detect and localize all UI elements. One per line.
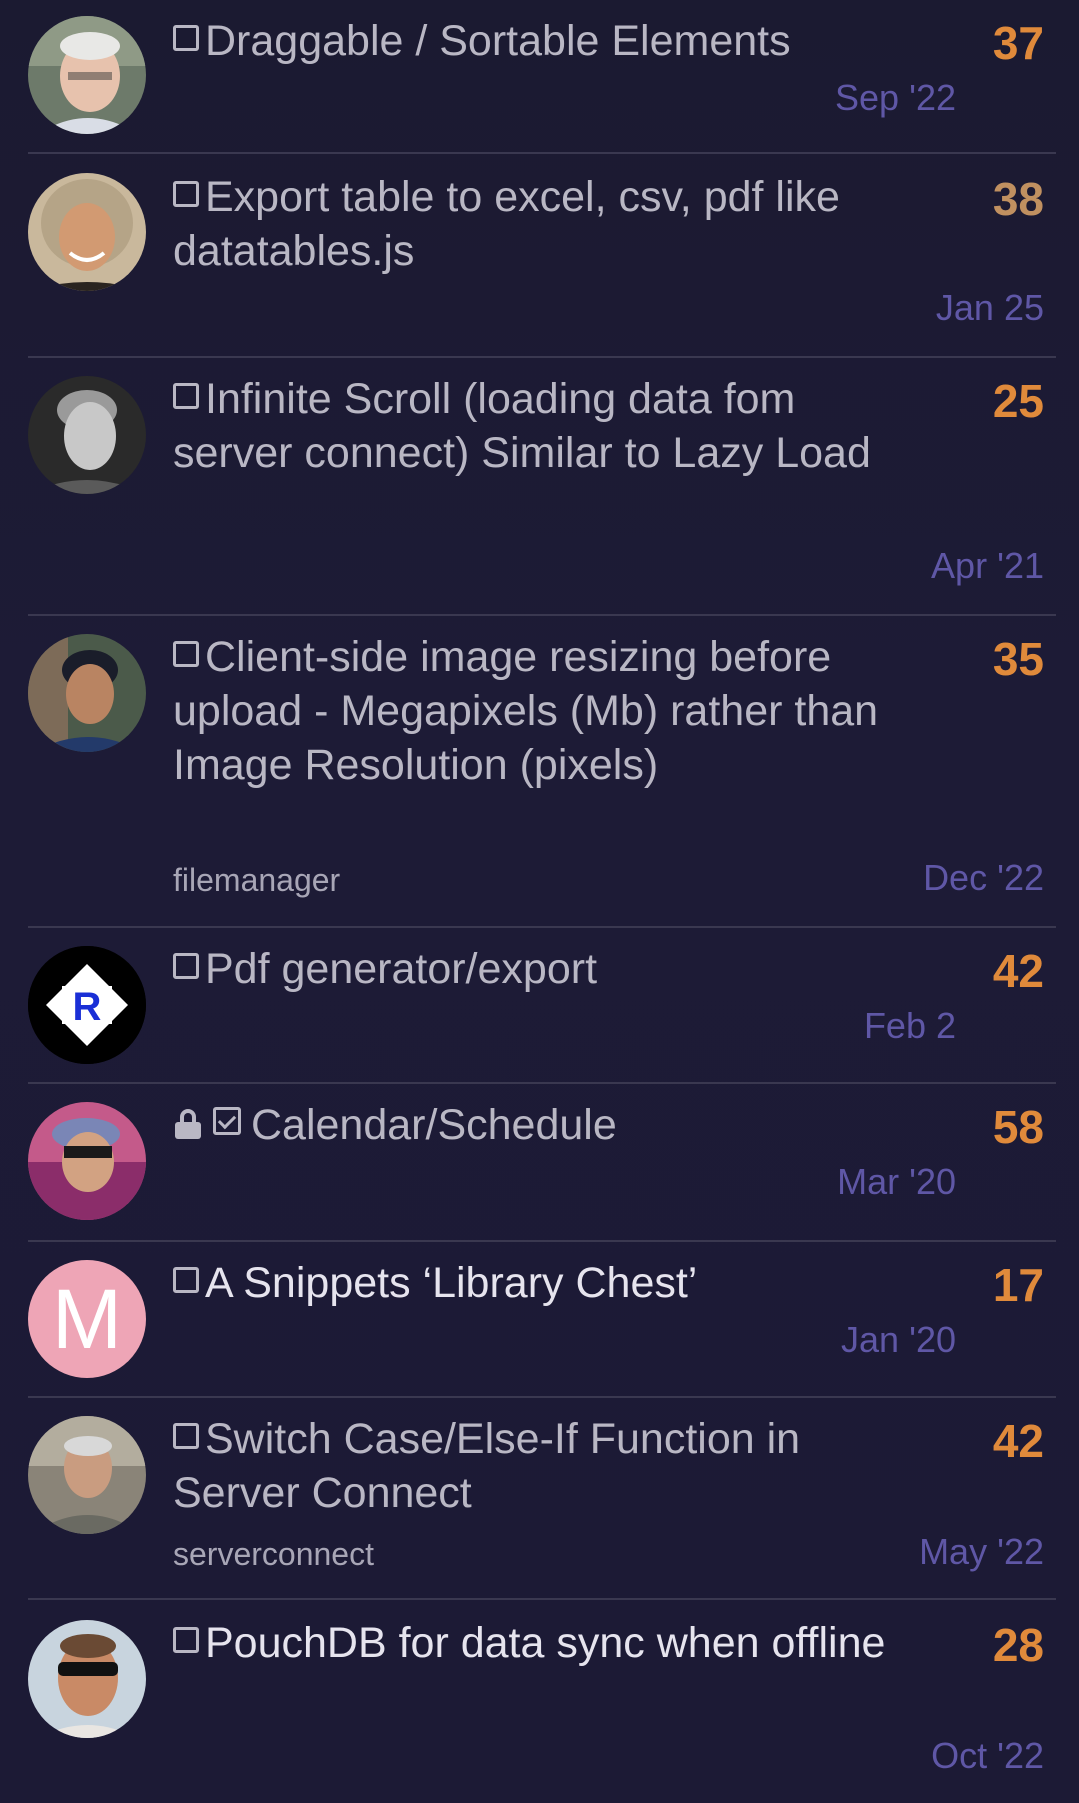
- user-avatar[interactable]: [28, 1416, 146, 1534]
- topic-tag[interactable]: serverconnect: [173, 1534, 374, 1574]
- activity-date[interactable]: Mar '20: [837, 1162, 956, 1202]
- svg-text:R: R: [73, 985, 102, 1029]
- topic-row[interactable]: Export table to excel, csv, pdf like dat…: [28, 154, 1056, 358]
- activity-date[interactable]: Feb 2: [864, 1006, 956, 1046]
- unsolved-checkbox-icon: [173, 1423, 199, 1449]
- user-avatar[interactable]: [28, 16, 146, 134]
- user-avatar[interactable]: M: [28, 1260, 146, 1378]
- reply-count: 25: [992, 375, 1044, 427]
- activity-date[interactable]: Jan 25: [936, 288, 1044, 328]
- topic-title[interactable]: Export table to excel, csv, pdf like dat…: [173, 170, 893, 278]
- user-avatar[interactable]: [28, 634, 146, 752]
- activity-date[interactable]: Jan '20: [841, 1320, 956, 1360]
- topic-row[interactable]: R Pdf generator/export 42 Feb 2: [28, 928, 1056, 1084]
- reply-count: 38: [992, 173, 1044, 225]
- user-avatar[interactable]: [28, 1620, 146, 1738]
- topic-row[interactable]: M A Snippets ‘Library Chest’ 17 Jan '20: [28, 1242, 1056, 1398]
- user-avatar[interactable]: R: [28, 946, 146, 1064]
- solved-checkbox-icon: [213, 1107, 241, 1135]
- topic-title[interactable]: Infinite Scroll (loading data fom server…: [173, 372, 893, 480]
- activity-date[interactable]: Oct '22: [931, 1736, 1044, 1776]
- topic-row[interactable]: PouchDB for data sync when offline 28 Oc…: [28, 1600, 1056, 1803]
- topic-title[interactable]: Calendar/Schedule: [173, 1098, 893, 1152]
- topic-list: Draggable / Sortable Elements 37 Sep '22…: [0, 0, 1079, 1803]
- lock-icon: [173, 1109, 203, 1139]
- unsolved-checkbox-icon: [173, 641, 199, 667]
- topic-row[interactable]: Switch Case/Else-If Function in Server C…: [28, 1398, 1056, 1600]
- reply-count: 37: [992, 17, 1044, 69]
- unsolved-checkbox-icon: [173, 181, 199, 207]
- reply-count: 28: [992, 1619, 1044, 1671]
- topic-row[interactable]: Client-side image resizing before upload…: [28, 616, 1056, 928]
- topic-title[interactable]: Draggable / Sortable Elements: [173, 14, 893, 68]
- reply-count: 35: [992, 633, 1044, 685]
- topic-title[interactable]: A Snippets ‘Library Chest’: [173, 1256, 893, 1310]
- user-avatar[interactable]: [28, 173, 146, 291]
- topic-title[interactable]: Switch Case/Else-If Function in Server C…: [173, 1412, 893, 1520]
- unsolved-checkbox-icon: [173, 953, 199, 979]
- unsolved-checkbox-icon: [173, 383, 199, 409]
- unsolved-checkbox-icon: [173, 1267, 199, 1293]
- reply-count: 42: [992, 1415, 1044, 1467]
- unsolved-checkbox-icon: [173, 25, 199, 51]
- reply-count: 42: [992, 945, 1044, 997]
- activity-date[interactable]: Dec '22: [923, 858, 1044, 898]
- activity-date[interactable]: May '22: [919, 1532, 1044, 1572]
- activity-date[interactable]: Apr '21: [931, 546, 1044, 586]
- unsolved-checkbox-icon: [173, 1627, 199, 1653]
- user-avatar[interactable]: [28, 1102, 146, 1220]
- activity-date[interactable]: Sep '22: [835, 78, 956, 118]
- avatar-letter: M: [52, 1272, 122, 1366]
- user-avatar[interactable]: [28, 376, 146, 494]
- topic-title[interactable]: PouchDB for data sync when offline: [173, 1616, 893, 1670]
- topic-tag[interactable]: filemanager: [173, 860, 340, 900]
- reply-count: 17: [992, 1259, 1044, 1311]
- topic-row[interactable]: Infinite Scroll (loading data fom server…: [28, 358, 1056, 616]
- topic-row[interactable]: Calendar/Schedule 58 Mar '20: [28, 1084, 1056, 1242]
- topic-title[interactable]: Pdf generator/export: [173, 942, 893, 996]
- topic-row[interactable]: Draggable / Sortable Elements 37 Sep '22: [28, 0, 1056, 154]
- topic-title[interactable]: Client-side image resizing before upload…: [173, 630, 893, 792]
- reply-count: 58: [992, 1101, 1044, 1153]
